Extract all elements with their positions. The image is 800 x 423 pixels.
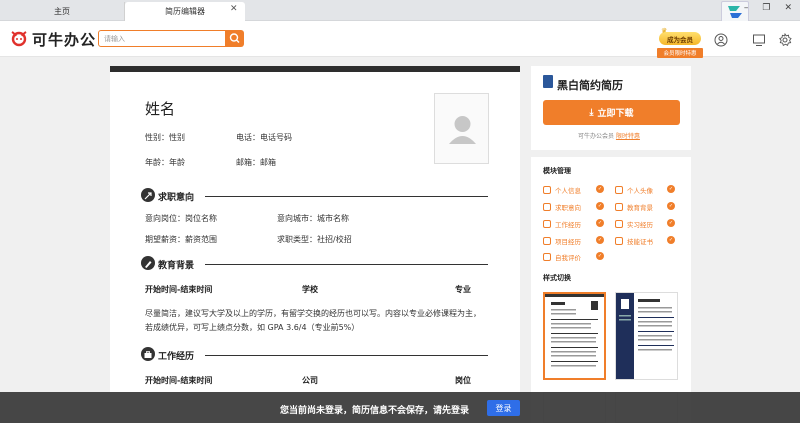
module-label: 个人头像 — [627, 187, 653, 195]
promo-link[interactable]: 限时特惠 — [616, 133, 640, 140]
module-education[interactable]: 教育背景 — [615, 202, 653, 212]
education-col-school[interactable]: 学校 — [302, 284, 318, 295]
module-work[interactable]: 工作经历 — [543, 219, 581, 229]
intent-type[interactable]: 求职类型：社招/校招 — [277, 234, 352, 245]
module-label: 项目经历 — [555, 238, 581, 246]
target-icon — [543, 203, 551, 211]
work-icon — [141, 347, 155, 361]
module-certificates[interactable]: 技能证书 — [615, 236, 653, 246]
vip-promo-tag[interactable]: 会员限时特惠 — [657, 48, 703, 58]
education-col-time[interactable]: 开始时间-结束时间 — [145, 284, 212, 295]
education-icon — [141, 256, 155, 270]
avatar-icon — [449, 116, 476, 144]
search-button[interactable] — [225, 30, 244, 47]
book-icon — [615, 203, 623, 211]
intent-salary[interactable]: 期望薪资：薪资范围 — [145, 234, 217, 245]
download-note-text: 可牛办公会员 — [578, 133, 615, 140]
check-icon[interactable]: ✓ — [596, 185, 604, 193]
template-title: 黑白简约简历 — [557, 79, 623, 92]
module-label: 工作经历 — [555, 221, 581, 229]
certificate-icon — [615, 237, 623, 245]
work-col-position[interactable]: 岗位 — [455, 375, 471, 386]
module-avatar[interactable]: 个人头像 — [615, 185, 653, 195]
section-divider — [205, 196, 488, 197]
module-label: 求职意向 — [555, 204, 581, 212]
age-field[interactable]: 年龄：年龄 — [145, 157, 185, 168]
work-col-time[interactable]: 开始时间-结束时间 — [145, 375, 212, 386]
section-divider — [205, 355, 488, 356]
phone-field[interactable]: 电话：电话号码 — [236, 132, 292, 143]
check-icon[interactable]: ✓ — [596, 202, 604, 210]
maximize-icon[interactable]: ❐ — [762, 3, 770, 13]
check-icon[interactable]: ✓ — [667, 236, 675, 244]
intent-city[interactable]: 意向城市：城市名称 — [277, 213, 349, 224]
search-icon — [229, 33, 240, 43]
login-banner-text: 您当前尚未登录，简历信息不会保存，请先登录 — [280, 406, 470, 416]
template-thumb-navy[interactable] — [615, 292, 678, 380]
gender-field[interactable]: 性别：性别 — [145, 132, 185, 143]
avatar-icon — [615, 186, 623, 194]
logo-text: 可牛办公 — [32, 31, 97, 49]
tab-close-icon[interactable]: ✕ — [230, 4, 238, 14]
module-label: 技能证书 — [627, 238, 653, 246]
intent-position[interactable]: 意向岗位：岗位名称 — [145, 213, 217, 224]
check-icon[interactable]: ✓ — [667, 219, 675, 227]
module-label: 自我评价 — [555, 254, 581, 262]
check-icon[interactable]: ✓ — [596, 252, 604, 260]
logo-icon — [10, 29, 28, 47]
download-button[interactable]: ⤓ 立即下载 — [543, 100, 680, 125]
comment-icon — [543, 253, 551, 261]
download-note: 可牛办公会员 限时特惠 — [578, 131, 640, 140]
section-title-education: 教育背景 — [158, 261, 195, 271]
folder-icon — [543, 237, 551, 245]
education-desc-line1[interactable]: 尽量简洁，建议写大学及以上的学历，有留学交换的经历也可以写。内容以专业必修课程为… — [145, 308, 481, 319]
tab-resume-editor[interactable]: 简历编辑器 — [125, 2, 245, 21]
module-label: 实习经历 — [627, 221, 653, 229]
section-title-work: 工作经历 — [158, 352, 195, 362]
work-col-company[interactable]: 公司 — [302, 375, 318, 386]
search-input[interactable]: 请输入 — [98, 30, 226, 47]
briefcase-icon — [543, 220, 551, 228]
clipboard-icon — [615, 220, 623, 228]
user-icon[interactable] — [714, 32, 728, 47]
intent-icon — [141, 188, 155, 202]
module-label: 教育背景 — [627, 204, 653, 212]
photo-placeholder[interactable] — [434, 93, 489, 164]
email-field[interactable]: 邮箱：邮箱 — [236, 157, 276, 168]
close-window-icon[interactable]: ✕ — [784, 3, 792, 13]
check-icon[interactable]: ✓ — [596, 236, 604, 244]
tab-home[interactable]: 主页 — [0, 2, 125, 21]
check-icon[interactable]: ✓ — [667, 185, 675, 193]
module-projects[interactable]: 项目经历 — [543, 236, 581, 246]
become-vip-button[interactable]: 成为会员 — [659, 32, 701, 45]
module-label: 个人信息 — [555, 187, 581, 195]
module-internship[interactable]: 实习经历 — [615, 219, 653, 229]
monitor-icon[interactable] — [752, 32, 766, 46]
education-col-major[interactable]: 专业 — [455, 284, 471, 295]
education-desc-line2[interactable]: 若成绩优异，可写上绩点分数，如 GPA 3.6/4（专业前5%） — [145, 322, 359, 333]
template-thumb-selected[interactable] — [543, 292, 606, 380]
download-icon: ⤓ — [589, 107, 594, 118]
login-button[interactable]: 登录 — [487, 400, 520, 416]
module-card — [531, 157, 691, 423]
resume-name[interactable]: 姓名 — [145, 98, 175, 119]
settings-icon[interactable] — [778, 32, 792, 47]
module-self-eval[interactable]: 自我评价 — [543, 252, 581, 262]
module-intent[interactable]: 求职意向 — [543, 202, 581, 212]
minimize-icon[interactable]: – — [744, 3, 749, 13]
check-icon[interactable]: ✓ — [596, 219, 604, 227]
style-switch-title: 样式切换 — [543, 274, 571, 282]
module-title: 模块管理 — [543, 167, 571, 175]
window-controls: – ❐ ✕ — [744, 3, 792, 13]
section-title-intent: 求职意向 — [158, 193, 195, 203]
download-button-label: 立即下载 — [597, 109, 634, 119]
word-doc-icon — [543, 75, 553, 88]
section-divider — [205, 264, 488, 265]
user-icon — [543, 186, 551, 194]
check-icon[interactable]: ✓ — [667, 202, 675, 210]
module-personal-info[interactable]: 个人信息 — [543, 185, 581, 195]
